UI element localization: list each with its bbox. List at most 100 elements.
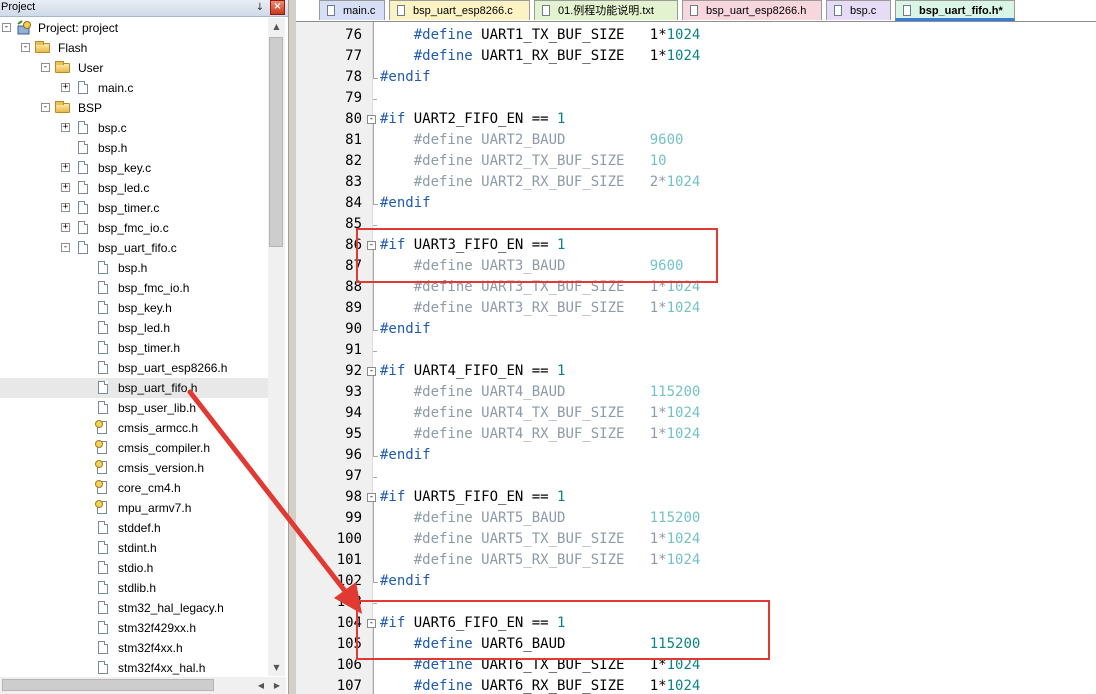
expand-icon[interactable]: + bbox=[61, 183, 70, 192]
tree-item[interactable]: - User bbox=[0, 58, 268, 78]
collapse-icon[interactable]: - bbox=[41, 63, 50, 72]
tree-item[interactable]: stddef.h bbox=[0, 518, 268, 538]
expand-icon[interactable]: + bbox=[61, 223, 70, 232]
code-line[interactable]: #define UART2_TX_BUF_SIZE 10 bbox=[380, 151, 667, 172]
fold-collapse-icon[interactable]: - bbox=[367, 493, 376, 502]
code-line[interactable]: #define UART4_BAUD 115200 bbox=[380, 382, 701, 403]
scroll-thumb[interactable] bbox=[269, 37, 283, 247]
tree-item[interactable]: stm32_hal_legacy.h bbox=[0, 598, 268, 618]
collapse-icon[interactable]: - bbox=[61, 243, 70, 252]
code-line[interactable]: #define UART3_BAUD 9600 bbox=[380, 256, 684, 277]
line-number: 103 bbox=[336, 594, 362, 610]
fold-end-marker bbox=[373, 330, 378, 331]
tree-item[interactable]: + bsp_led.c bbox=[0, 178, 268, 198]
tree-item[interactable]: stm32f4xx_hal.h bbox=[0, 658, 268, 678]
tree-item[interactable]: - Project: project bbox=[0, 18, 268, 38]
tree-item[interactable]: bsp_led.h bbox=[0, 318, 268, 338]
code-line[interactable]: #define UART6_RX_BUF_SIZE 1*1024 bbox=[380, 676, 701, 694]
code-line[interactable]: #define UART4_RX_BUF_SIZE 1*1024 bbox=[380, 424, 701, 445]
tree-item[interactable]: stm32f429xx.h bbox=[0, 618, 268, 638]
tree-item[interactable]: cmsis_armcc.h bbox=[0, 418, 268, 438]
code-line[interactable]: #define UART6_TX_BUF_SIZE 1*1024 bbox=[380, 655, 701, 676]
tree-item[interactable]: + bsp_key.c bbox=[0, 158, 268, 178]
code-line[interactable]: #if UART4_FIFO_EN == 1 bbox=[380, 361, 565, 382]
editor-tab[interactable]: bsp_uart_fifo.h* bbox=[895, 0, 1015, 21]
tree-item[interactable]: bsp_key.h bbox=[0, 298, 268, 318]
code-line[interactable]: #define UART4_TX_BUF_SIZE 1*1024 bbox=[380, 403, 701, 424]
expand-icon[interactable]: + bbox=[61, 123, 70, 132]
code-line[interactable]: #endif bbox=[380, 319, 431, 340]
tree-item[interactable]: cmsis_version.h bbox=[0, 458, 268, 478]
editor-tab[interactable]: main.c bbox=[319, 0, 385, 20]
code-line[interactable]: #if UART3_FIFO_EN == 1 bbox=[380, 235, 565, 256]
tree-item[interactable]: - Flash bbox=[0, 38, 268, 58]
collapse-icon[interactable]: - bbox=[2, 23, 11, 32]
pin-icon[interactable]: ↓ bbox=[254, 1, 266, 14]
line-number: 84 bbox=[345, 195, 362, 211]
scroll-left-arrow-icon[interactable]: ◀ bbox=[253, 677, 269, 694]
tree-item[interactable]: + bsp_timer.c bbox=[0, 198, 268, 218]
lib-file-icon bbox=[95, 440, 111, 456]
scroll-down-arrow-icon[interactable]: ▼ bbox=[268, 659, 285, 676]
collapse-icon[interactable]: - bbox=[21, 43, 30, 52]
scroll-up-arrow-icon[interactable]: ▲ bbox=[268, 18, 285, 35]
code-line[interactable]: #define UART3_TX_BUF_SIZE 1*1024 bbox=[380, 277, 701, 298]
code-line[interactable]: #define UART5_RX_BUF_SIZE 1*1024 bbox=[380, 550, 701, 571]
tree-item[interactable]: bsp_uart_esp8266.h bbox=[0, 358, 268, 378]
code-line[interactable]: #endif bbox=[380, 193, 431, 214]
expand-icon[interactable]: + bbox=[61, 203, 70, 212]
code-line[interactable]: #define UART6_BAUD 115200 bbox=[380, 634, 701, 655]
code-line[interactable]: #define UART2_BAUD 9600 bbox=[380, 130, 684, 151]
code-line[interactable]: #endif bbox=[380, 445, 431, 466]
tree-item[interactable]: - BSP bbox=[0, 98, 268, 118]
tree-item[interactable]: + main.c bbox=[0, 78, 268, 98]
tree-vertical-scrollbar[interactable]: ▲ ▼ bbox=[268, 18, 285, 676]
tree-item[interactable]: stdint.h bbox=[0, 538, 268, 558]
tree-item[interactable]: mpu_armv7.h bbox=[0, 498, 268, 518]
tree-item[interactable]: bsp_uart_fifo.h bbox=[0, 378, 268, 398]
tree-item[interactable]: cmsis_compiler.h bbox=[0, 438, 268, 458]
tree-item[interactable]: stm32f4xx.h bbox=[0, 638, 268, 658]
code-editor[interactable]: 76 77 78 79 80 81 82 83 84 85 86 87 88 89 90 91 92 93 94 95… bbox=[296, 22, 1096, 694]
fold-collapse-icon[interactable]: - bbox=[367, 367, 376, 376]
expand-icon[interactable]: + bbox=[61, 163, 70, 172]
code-line[interactable]: #define UART1_TX_BUF_SIZE 1*1024 bbox=[380, 25, 701, 46]
code-line[interactable]: #define UART5_BAUD 115200 bbox=[380, 508, 701, 529]
code-token: UART6_TX_BUF_SIZE bbox=[472, 657, 650, 673]
tree-item[interactable]: core_cm4.h bbox=[0, 478, 268, 498]
code-line[interactable]: #define UART2_RX_BUF_SIZE 2*1024 bbox=[380, 172, 701, 193]
expand-icon[interactable]: + bbox=[61, 83, 70, 92]
scroll-thumb[interactable] bbox=[2, 679, 214, 691]
tree-item[interactable]: - bsp_uart_fifo.c bbox=[0, 238, 268, 258]
fold-collapse-icon[interactable]: - bbox=[367, 619, 376, 628]
code-line[interactable]: #if UART5_FIFO_EN == 1 bbox=[380, 487, 565, 508]
editor-tab[interactable]: bsp_uart_esp8266.h bbox=[682, 0, 822, 20]
code-line[interactable]: #endif bbox=[380, 571, 431, 592]
editor-tab[interactable]: 01.例程功能说明.txt bbox=[534, 0, 678, 20]
tree-item[interactable]: bsp_timer.h bbox=[0, 338, 268, 358]
file-icon bbox=[75, 200, 91, 216]
tree-item[interactable]: bsp_user_lib.h bbox=[0, 398, 268, 418]
scroll-right-arrow-icon[interactable]: ▶ bbox=[269, 677, 285, 694]
tree-item[interactable]: bsp_fmc_io.h bbox=[0, 278, 268, 298]
close-icon[interactable]: × bbox=[270, 0, 285, 15]
tree-item[interactable]: bsp.h bbox=[0, 138, 268, 158]
tree-item[interactable]: bsp.h bbox=[0, 258, 268, 278]
collapse-icon[interactable]: - bbox=[41, 103, 50, 112]
tree-horizontal-scrollbar[interactable]: ◀ ▶ bbox=[0, 677, 286, 694]
editor-tab[interactable]: bsp_uart_esp8266.c bbox=[389, 0, 530, 20]
tree-item[interactable]: stdio.h bbox=[0, 558, 268, 578]
editor-tab[interactable]: bsp.c bbox=[826, 0, 891, 20]
code-line[interactable]: #endif bbox=[380, 67, 431, 88]
code-line[interactable]: #define UART3_RX_BUF_SIZE 1*1024 bbox=[380, 298, 701, 319]
tree-item[interactable]: stdlib.h bbox=[0, 578, 268, 598]
code-line[interactable]: #define UART5_TX_BUF_SIZE 1*1024 bbox=[380, 529, 701, 550]
tree-item[interactable]: + bsp.c bbox=[0, 118, 268, 138]
fold-collapse-icon[interactable]: - bbox=[367, 241, 376, 250]
editor-tab-label: main.c bbox=[343, 5, 376, 17]
code-line[interactable]: #if UART6_FIFO_EN == 1 bbox=[380, 613, 565, 634]
code-line[interactable]: #if UART2_FIFO_EN == 1 bbox=[380, 109, 565, 130]
fold-collapse-icon[interactable]: - bbox=[367, 115, 376, 124]
code-line[interactable]: #define UART1_RX_BUF_SIZE 1*1024 bbox=[380, 46, 701, 67]
tree-item[interactable]: + bsp_fmc_io.c bbox=[0, 218, 268, 238]
